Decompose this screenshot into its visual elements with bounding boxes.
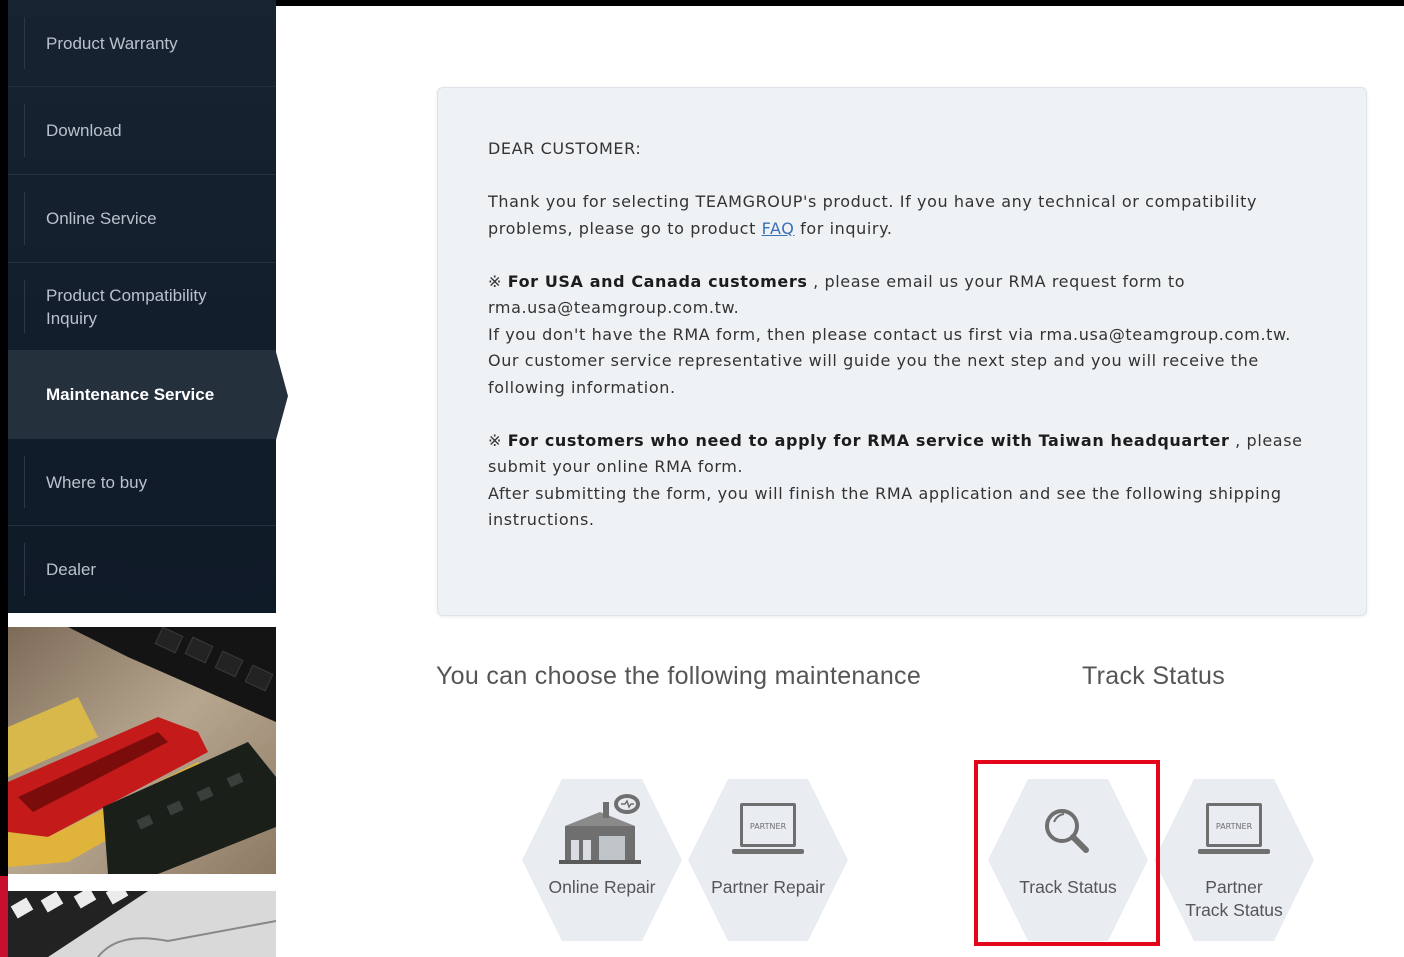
online-repair-button[interactable]: Online Repair — [522, 779, 682, 941]
repair-building-icon — [552, 792, 652, 868]
partner-laptop-icon: PARTNER — [1184, 792, 1284, 868]
sidebar-item-product-warranty[interactable]: Product Warranty — [8, 0, 276, 87]
item-divider — [24, 104, 25, 157]
red-accent-strip — [0, 876, 8, 957]
usa-no-form-text: If you don't have the RMA form, then ple… — [488, 324, 1291, 344]
track-status-title: Track Status — [1082, 662, 1225, 690]
partner-badge-text: PARTNER — [750, 822, 787, 831]
item-divider — [24, 280, 25, 333]
left-edge-strip — [0, 0, 8, 957]
item-divider — [24, 456, 25, 508]
sidebar-item-product-compatibility[interactable]: Product Compatibility Inquiry — [8, 263, 276, 351]
sidebar-item-label: Download — [46, 121, 122, 140]
usa-guide-text: Our customer service representative will… — [488, 351, 1259, 397]
sidebar-item-label: Product Warranty — [46, 33, 178, 53]
sidebar-item-label: Dealer — [46, 560, 97, 579]
sidebar-item-label: Maintenance Service — [46, 385, 215, 404]
sidebar-item-dealer[interactable]: Dealer — [8, 526, 276, 613]
customer-notice-panel: DEAR CUSTOMER: Thank you for selecting T… — [437, 87, 1367, 616]
usa-canada-notice: ※ For USA and Canada customers , please … — [488, 269, 1316, 322]
notice-greeting: DEAR CUSTOMER: — [488, 139, 642, 158]
faq-link[interactable]: FAQ — [762, 219, 795, 238]
sidebar-item-online-service[interactable]: Online Service — [8, 175, 276, 263]
product-photo-ram — [8, 627, 276, 874]
item-divider — [24, 192, 25, 245]
product-photo-laptop — [8, 891, 276, 957]
online-repair-label: Online Repair — [548, 877, 656, 897]
usa-canada-heading: For USA and Canada customers — [507, 271, 808, 291]
reference-mark: ※ — [488, 430, 508, 450]
sidebar-nav: Product Warranty Download Online Service… — [8, 0, 276, 613]
partner-track-label-line2: Track Status — [1185, 900, 1283, 920]
track-status-highlight-box — [974, 760, 1160, 946]
intro-text-end: for inquiry. — [794, 218, 893, 238]
sidebar-item-label: Where to buy — [46, 472, 148, 492]
taiwan-heading: For customers who need to apply for RMA … — [507, 430, 1230, 450]
partner-track-status-label: Partner Track Status — [1185, 876, 1283, 922]
maintenance-options-title: You can choose the following maintenance — [436, 662, 922, 690]
ram-photo-illustration — [8, 627, 276, 874]
partner-repair-button[interactable]: PARTNER Partner Repair — [688, 779, 848, 941]
partner-track-label-line1: Partner — [1205, 877, 1263, 897]
item-divider — [24, 17, 25, 69]
partner-repair-label: Partner Repair — [711, 877, 825, 897]
active-item-arrow — [276, 352, 288, 440]
partner-laptop-icon: PARTNER — [718, 792, 818, 868]
sidebar-item-download[interactable]: Download — [8, 87, 276, 175]
reference-mark: ※ — [488, 271, 508, 291]
item-divider — [24, 543, 25, 596]
notice-intro: Thank you for selecting TEAMGROUP's prod… — [488, 189, 1316, 242]
sidebar-item-maintenance-service[interactable]: Maintenance Service — [8, 351, 276, 439]
partner-badge-text: PARTNER — [1216, 822, 1253, 831]
laptop-photo-illustration — [8, 891, 276, 957]
sidebar-item-where-to-buy[interactable]: Where to buy — [8, 439, 276, 526]
sidebar-item-label: Online Service — [46, 209, 157, 228]
partner-track-status-button[interactable]: PARTNER Partner Track Status — [1154, 779, 1314, 941]
taiwan-notice: ※ For customers who need to apply for RM… — [488, 428, 1316, 481]
sidebar-item-label: Product Compatibility Inquiry — [46, 285, 207, 328]
taiwan-shipping-text: After submitting the form, you will fini… — [488, 483, 1282, 530]
